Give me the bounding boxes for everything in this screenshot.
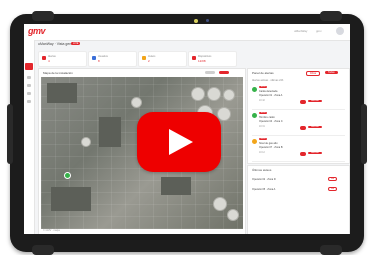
status-dot-icon xyxy=(252,139,257,144)
alert-title: Caída detectada xyxy=(259,90,278,93)
alert-time: 10:42 xyxy=(259,100,265,102)
map-tank xyxy=(213,197,227,211)
notice-item[interactable]: Operario 05 · Zona A xyxy=(252,188,275,191)
card-value: 8 xyxy=(98,59,100,63)
user-avatar[interactable] xyxy=(336,27,344,35)
light-sensor xyxy=(206,19,209,22)
corner-bumper xyxy=(320,245,342,255)
sidebar-item[interactable] xyxy=(27,84,31,87)
alert-title: Nivel de gas alto xyxy=(259,142,278,145)
map-building xyxy=(51,187,91,211)
alert-detail: Operario 01 · Zona A xyxy=(259,94,283,97)
recent-notices-panel: Últimos avisos Operario 02 · Zona D Ver … xyxy=(247,165,350,234)
map-attribution: © GMV · mapa xyxy=(43,229,60,232)
filter-button[interactable]: Filtrar xyxy=(306,71,321,76)
sidebar-item[interactable] xyxy=(27,100,31,103)
brand-logo: gmv xyxy=(28,26,46,36)
alert-time: 10:31 xyxy=(259,126,265,128)
attend-button[interactable]: Atender xyxy=(308,126,323,128)
map-tank xyxy=(207,87,221,101)
camera-lens xyxy=(194,19,198,23)
toggle-icon[interactable] xyxy=(300,126,306,130)
notice-item[interactable]: Operario 02 · Zona D xyxy=(252,178,276,181)
header-app-name: uManWay xyxy=(294,29,308,33)
map-panel-title: Mapa de la instalación xyxy=(43,71,73,75)
map-tank xyxy=(217,107,231,121)
map-building xyxy=(47,83,77,103)
view-button[interactable]: Ver xyxy=(328,187,338,191)
card-label: Usuarios xyxy=(98,55,108,58)
alert-tag: SOS xyxy=(259,112,267,114)
sidebar-nav xyxy=(24,40,35,234)
sidebar-item[interactable] xyxy=(27,76,31,79)
alert-detail: Operario 04 · Zona C xyxy=(259,120,283,123)
side-grip xyxy=(7,104,13,164)
map-tank xyxy=(131,97,142,108)
alerts-panel-title: Panel de alertas xyxy=(252,71,274,75)
summary-card-alerts[interactable]: Alertas 4 xyxy=(38,51,87,67)
alert-tag: SOS xyxy=(259,86,267,88)
view-button[interactable]: Ver xyxy=(328,177,338,181)
map-tank xyxy=(191,87,205,101)
map-tank xyxy=(227,209,239,221)
video-play-button[interactable] xyxy=(137,112,221,172)
alerts-subtitle: Alertas activas · últimas 24h xyxy=(252,79,284,82)
alert-title: Hombre caído xyxy=(259,116,275,119)
card-label: Dispositivos xyxy=(198,55,212,58)
app-header: gmv uManWay gmv xyxy=(24,24,350,41)
map-tank xyxy=(81,137,91,147)
alerts-panel: Panel de alertas Filtrar Todas Alertas a… xyxy=(247,68,350,164)
alert-tag: GAS xyxy=(259,138,267,140)
summary-card-users[interactable]: Usuarios 8 xyxy=(88,51,137,67)
map-live-toggle[interactable] xyxy=(219,71,229,74)
alert-time: 10:12 xyxy=(259,152,265,154)
summary-card-devices[interactable]: Dispositivos 12/08 xyxy=(188,51,237,67)
corner-bumper xyxy=(320,11,342,21)
map-building xyxy=(99,117,121,147)
alert-item[interactable]: GAS Nivel de gas alto Operario 07 · Zona… xyxy=(252,137,345,162)
side-grip xyxy=(361,104,367,164)
toggle-icon[interactable] xyxy=(300,100,306,104)
toggle-icon[interactable] xyxy=(300,152,306,156)
sidebar-item[interactable] xyxy=(27,92,31,95)
warning-icon xyxy=(142,56,146,60)
attend-button[interactable]: Atender xyxy=(308,152,323,154)
alert-item[interactable]: SOS Hombre caído Operario 04 · Zona C 10… xyxy=(252,111,345,136)
status-dot-icon xyxy=(252,87,257,92)
corner-bumper xyxy=(32,245,54,255)
alert-detail: Operario 07 · Zona B xyxy=(259,146,283,149)
card-label: Alertas xyxy=(48,55,56,58)
attend-button[interactable]: Atender xyxy=(308,100,323,102)
alert-item[interactable]: SOS Caída detectada Operario 01 · Zona A… xyxy=(252,85,345,110)
status-dot-icon xyxy=(252,113,257,118)
sidebar-item-active[interactable] xyxy=(25,63,33,70)
all-button[interactable]: Todas xyxy=(325,71,338,74)
status-badge: LIVE xyxy=(71,42,81,45)
card-value: 12/08 xyxy=(198,59,206,63)
summary-card-warnings[interactable]: Avisos 2 xyxy=(138,51,187,67)
header-brand: gmv xyxy=(316,29,322,33)
map-tank xyxy=(223,89,235,101)
card-value: 4 xyxy=(48,59,50,63)
notices-panel-title: Últimos avisos xyxy=(252,168,272,172)
devices-icon xyxy=(192,56,196,60)
card-label: Avisos xyxy=(148,55,156,58)
alert-icon xyxy=(42,56,46,60)
map-layer-toggle[interactable] xyxy=(205,71,215,74)
users-icon xyxy=(92,56,96,60)
corner-bumper xyxy=(32,11,54,21)
worker-location-marker[interactable] xyxy=(64,172,71,179)
play-icon xyxy=(169,129,193,155)
map-building xyxy=(161,177,191,195)
card-value: 2 xyxy=(148,59,150,63)
